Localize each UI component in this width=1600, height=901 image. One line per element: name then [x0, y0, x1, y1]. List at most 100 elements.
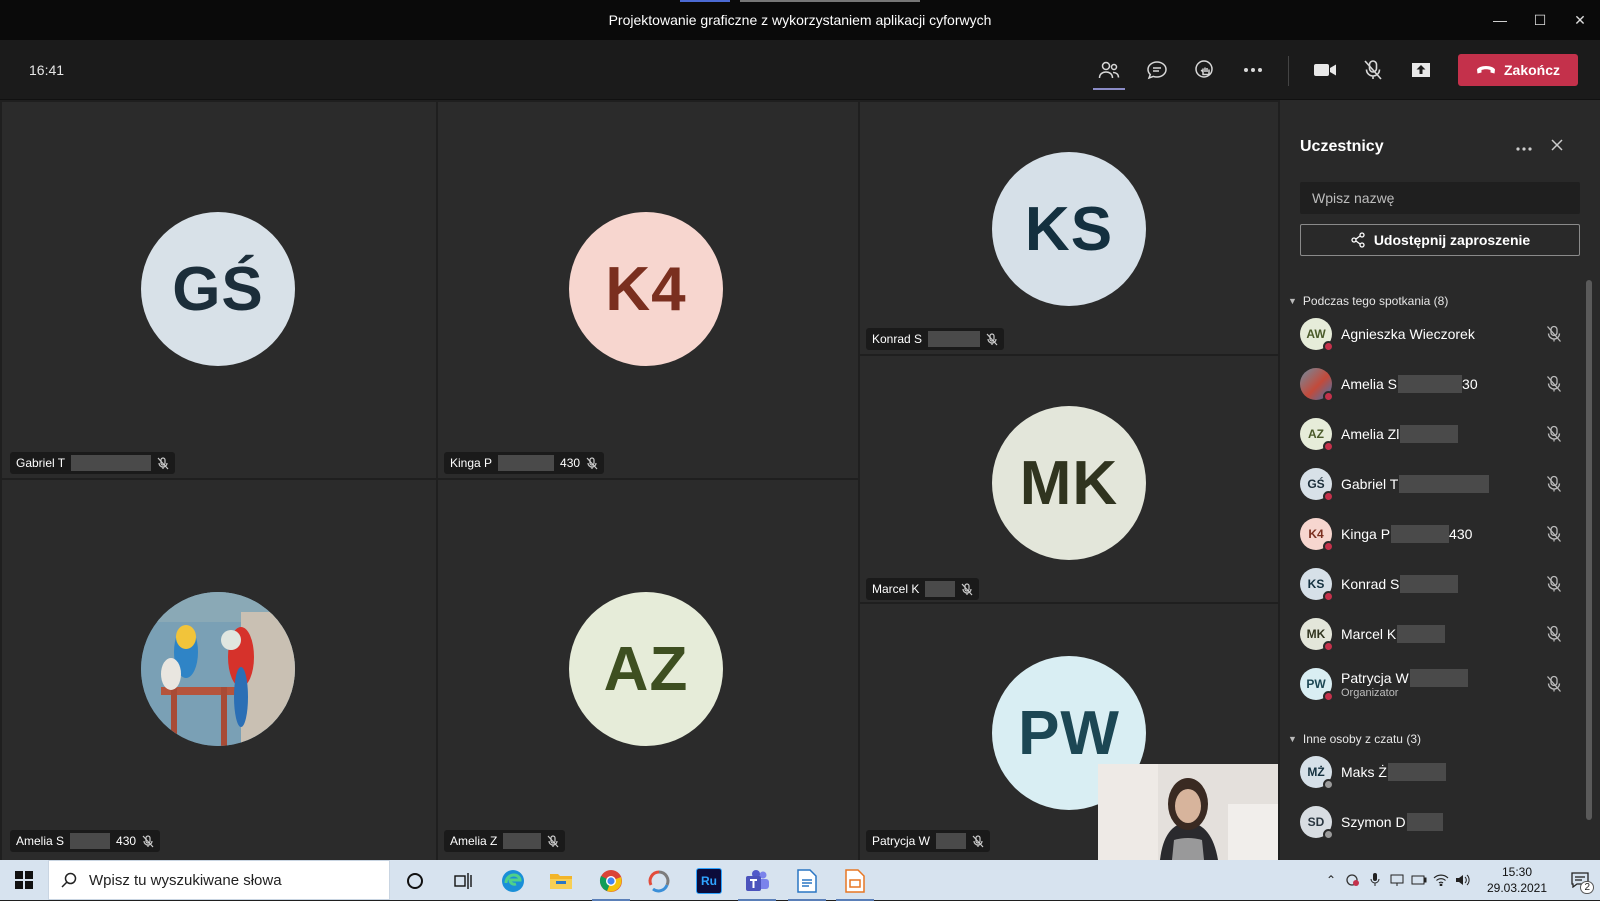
- mic-off-icon[interactable]: [1546, 375, 1562, 398]
- mic-off-icon: [586, 456, 598, 470]
- mic-off-icon[interactable]: [1546, 325, 1562, 348]
- more-icon[interactable]: [1236, 54, 1270, 86]
- end-call-button[interactable]: Zakończ: [1458, 54, 1578, 86]
- window-title: Projektowanie graficzne z wykorzystaniem…: [608, 12, 992, 28]
- mic-off-icon: [961, 582, 973, 596]
- meeting-toolbar: 16:41 Zakończ: [0, 40, 1600, 100]
- mic-off-icon[interactable]: [1546, 475, 1562, 498]
- system-clock[interactable]: 15:30 29.03.2021: [1474, 864, 1560, 896]
- video-tile[interactable]: KS Konrad S: [860, 102, 1278, 354]
- app-icon[interactable]: [646, 868, 672, 894]
- participants-pane: Uczestnicy Udostępnij zaproszenie ▼ Podc…: [1280, 100, 1600, 860]
- participant-avatar: GŚ: [1300, 468, 1334, 502]
- pane-title: Uczestnicy: [1300, 138, 1384, 155]
- participant-row[interactable]: SD Szymon D: [1300, 802, 1580, 842]
- meeting-timer: 16:41: [29, 62, 65, 78]
- antivirus-icon[interactable]: [1342, 873, 1364, 887]
- participant-row[interactable]: K4 Kinga P 430: [1300, 514, 1580, 554]
- video-tile[interactable]: AZ Amelia Z: [438, 480, 858, 860]
- participant-row[interactable]: AW Agnieszka Wieczorek: [1300, 314, 1580, 354]
- pane-more-icon[interactable]: [1516, 138, 1532, 156]
- participant-avatar: K4: [1300, 518, 1334, 552]
- pane-scrollbar[interactable]: [1586, 280, 1592, 820]
- title-accent-secondary: [740, 0, 920, 2]
- microphone-icon[interactable]: [1364, 873, 1386, 887]
- raise-hand-icon[interactable]: [1188, 54, 1222, 86]
- teams-icon[interactable]: [738, 868, 776, 901]
- task-view-icon[interactable]: [450, 868, 476, 894]
- participant-nametag: Gabriel T: [10, 452, 176, 474]
- participant-photo-avatar: [141, 592, 295, 746]
- participant-nametag: Kinga P 430: [444, 452, 605, 474]
- participant-row[interactable]: MK Marcel K: [1300, 614, 1580, 654]
- participant-nametag: Marcel K: [866, 578, 980, 600]
- video-tile[interactable]: Amelia S 430: [2, 480, 436, 860]
- participant-avatar: AZ: [569, 592, 723, 746]
- mic-off-icon[interactable]: [1546, 625, 1562, 648]
- people-icon[interactable]: [1092, 54, 1126, 90]
- battery-icon[interactable]: [1408, 875, 1430, 885]
- mic-off-icon: [157, 456, 169, 470]
- mic-off-icon[interactable]: [1356, 54, 1390, 86]
- participant-row[interactable]: Amelia S 30: [1300, 364, 1580, 404]
- caret-down-icon: ▼: [1288, 296, 1297, 306]
- rush-icon[interactable]: Ru: [696, 868, 722, 894]
- video-tile[interactable]: GŚ Gabriel T: [2, 102, 436, 478]
- video-tile[interactable]: MK Marcel K: [860, 356, 1278, 602]
- mic-off-icon: [972, 834, 984, 848]
- windows-start-icon[interactable]: [0, 860, 48, 900]
- docs-icon[interactable]: [788, 868, 826, 901]
- caret-down-icon: ▼: [1288, 734, 1297, 744]
- taskbar-search-box[interactable]: Wpisz tu wyszukiwane słowa: [48, 860, 390, 900]
- participant-nametag: Patrycja W: [866, 830, 991, 852]
- notifications-icon[interactable]: 2: [1560, 872, 1600, 894]
- edge-icon[interactable]: [500, 868, 526, 894]
- participant-avatar: PW: [1300, 668, 1334, 702]
- share-tray-icon[interactable]: [1404, 54, 1438, 86]
- participant-nametag: Amelia Z: [444, 830, 566, 852]
- volume-icon[interactable]: [1452, 873, 1474, 887]
- end-call-label: Zakończ: [1503, 62, 1560, 78]
- participant-row[interactable]: KS Konrad S: [1300, 564, 1580, 604]
- mic-off-icon[interactable]: [1546, 525, 1562, 548]
- mic-off-icon[interactable]: [1546, 575, 1562, 598]
- participant-avatar: K4: [569, 212, 723, 366]
- video-grid: GŚ Gabriel T K4 Kinga P 430 KS Konrad S M…: [0, 100, 1280, 860]
- chat-icon[interactable]: [1140, 54, 1174, 86]
- participant-photo-avatar: [1300, 368, 1334, 402]
- minimize-icon[interactable]: —: [1480, 0, 1520, 40]
- chrome-icon[interactable]: [592, 868, 630, 901]
- explorer-icon[interactable]: [548, 868, 574, 894]
- toolbar-divider: [1288, 56, 1289, 86]
- participant-nametag: Konrad S: [866, 328, 1005, 350]
- mic-off-icon: [547, 834, 559, 848]
- participant-nametag: Amelia S 430: [10, 830, 161, 852]
- tray-expand-icon[interactable]: ⌃: [1320, 873, 1342, 887]
- wifi-icon[interactable]: [1430, 874, 1452, 886]
- camera-icon[interactable]: [1308, 54, 1342, 86]
- participant-row[interactable]: MŻ Maks Ż: [1300, 752, 1580, 792]
- slides-icon[interactable]: [836, 868, 874, 901]
- mic-off-icon[interactable]: [1546, 425, 1562, 448]
- in-meeting-section-header[interactable]: ▼ Podczas tego spotkania (8): [1288, 294, 1448, 308]
- participant-avatar: MK: [1300, 618, 1334, 652]
- participant-row[interactable]: AZ Amelia Zl: [1300, 414, 1580, 454]
- self-view-video[interactable]: [1098, 764, 1278, 860]
- mic-off-icon[interactable]: [1546, 675, 1562, 698]
- close-pane-icon[interactable]: [1550, 138, 1564, 157]
- display-icon[interactable]: [1386, 873, 1408, 887]
- cortana-icon[interactable]: [402, 868, 428, 894]
- close-window-icon[interactable]: ✕: [1560, 0, 1600, 40]
- system-tray: ⌃ 15:30 29.03.2021 2: [1320, 860, 1600, 900]
- participant-row[interactable]: PW Patrycja W Organizator: [1300, 664, 1580, 704]
- participant-search-input[interactable]: [1300, 182, 1580, 214]
- video-tile[interactable]: K4 Kinga P 430: [438, 102, 858, 478]
- participant-avatar: MK: [992, 406, 1146, 560]
- participant-row[interactable]: GŚ Gabriel T: [1300, 464, 1580, 504]
- participant-avatar: SD: [1300, 806, 1334, 840]
- others-section-header[interactable]: ▼ Inne osoby z czatu (3): [1288, 732, 1421, 746]
- maximize-icon[interactable]: ☐: [1520, 0, 1560, 40]
- participant-avatar: KS: [992, 152, 1146, 306]
- title-accent: [680, 0, 730, 2]
- share-invite-button[interactable]: Udostępnij zaproszenie: [1300, 224, 1580, 256]
